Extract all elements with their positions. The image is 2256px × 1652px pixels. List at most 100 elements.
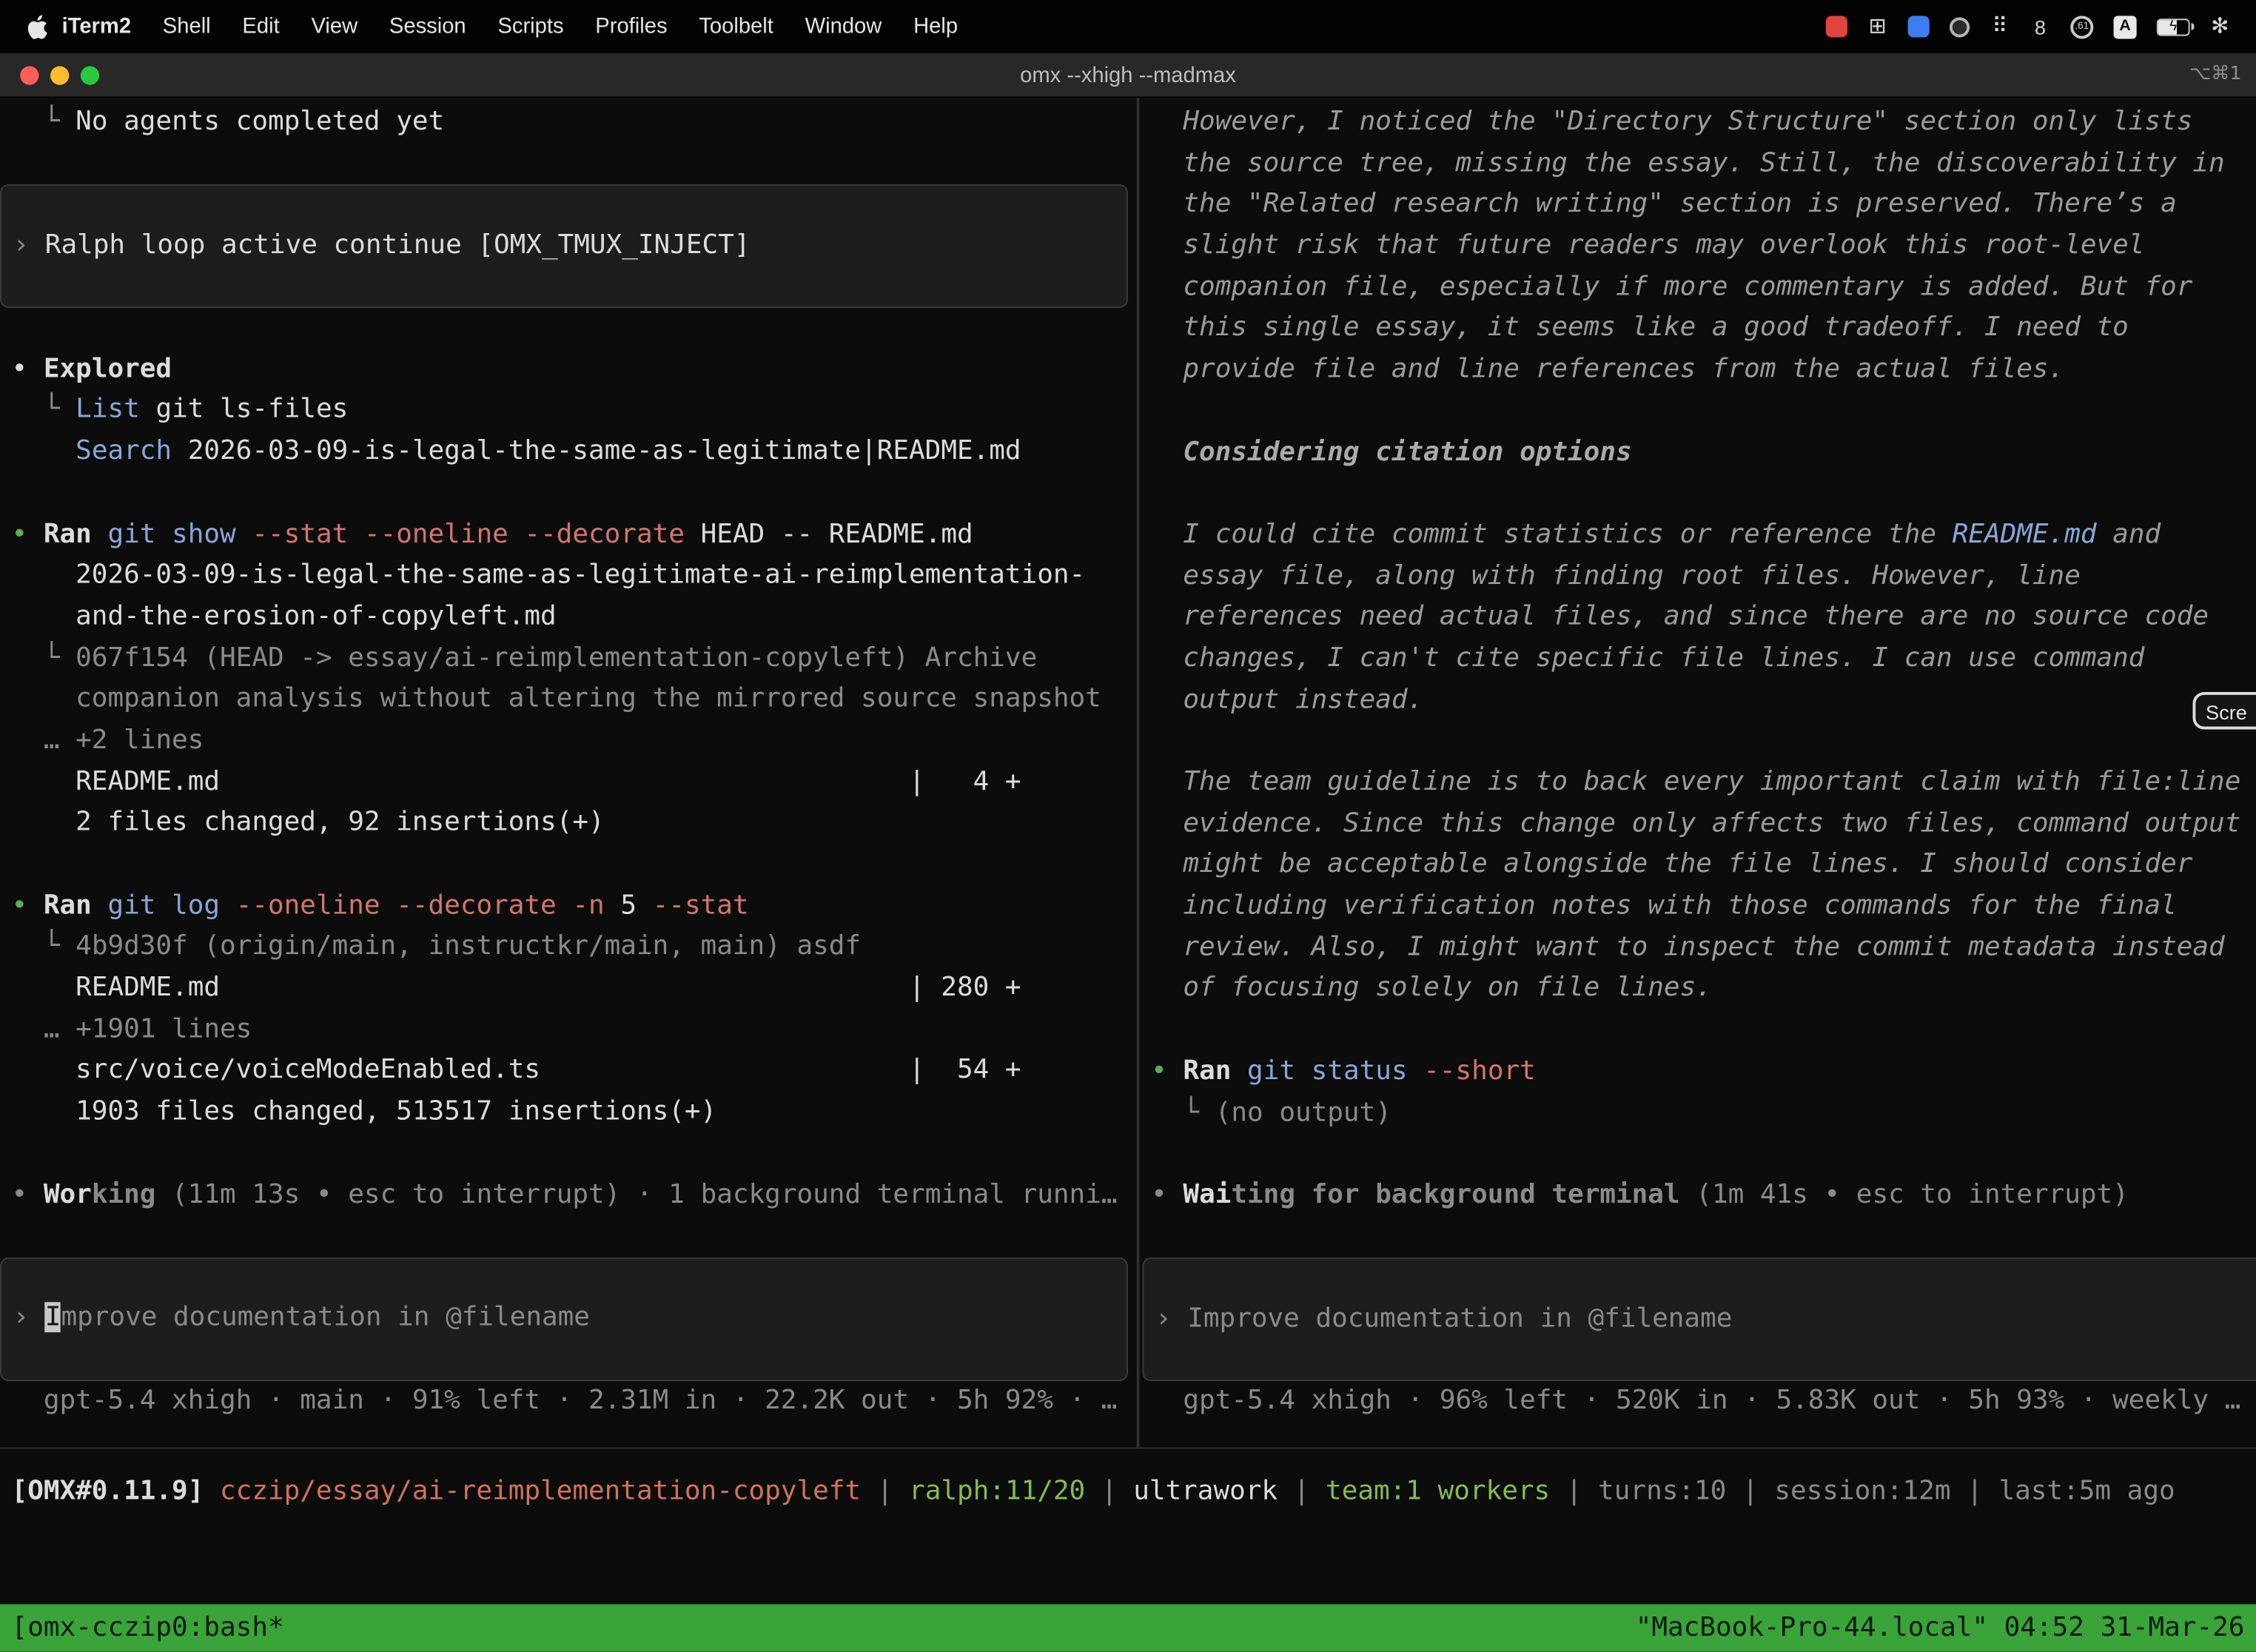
app-grid-icon-glyph: ⠿ [1992, 16, 2007, 37]
terminal-line: README.md | 4 + [0, 762, 1137, 804]
screen-recording-indicator[interactable] [1826, 16, 1847, 37]
terminal-line: └ List git ls-files [0, 391, 1137, 432]
terminal-line: 1903 files changed, 513517 insertions(+) [0, 1092, 1137, 1134]
terminal-line: • Waiting for background terminal (1m 41… [1140, 1175, 2256, 1217]
tmux-session-label: [omx-cczip0:bash* [12, 1613, 284, 1643]
terminal-line: gpt-5.4 xhigh · 96% left · 520K in · 5.8… [1140, 1381, 2256, 1423]
terminal-line [0, 1133, 1137, 1175]
screen-tab[interactable]: Scre [2192, 692, 2256, 730]
stats-icon-glyph: 8 [2035, 16, 2046, 36]
menu-item-iterm2[interactable]: iTerm2 [62, 14, 131, 38]
input-source-icon-glyph: A [2119, 19, 2130, 34]
menu-item-view[interactable]: View [311, 14, 357, 38]
terminal-line: › Improve documentation in @filename [1, 1298, 1127, 1340]
raycast-icon[interactable] [1908, 16, 1930, 37]
zoom-button[interactable] [81, 66, 99, 84]
app-grid-icon[interactable]: ⠿ [1990, 13, 2010, 41]
shortcuts-icon[interactable] [1950, 16, 1970, 36]
ralph-loop-banner: › Ralph loop active continue [OMX_TMUX_I… [0, 185, 1128, 309]
terminal-line [1140, 1217, 2256, 1258]
terminal-line: • Ran git status --short [1140, 1052, 2256, 1093]
terminal-line: README.md | 280 + [0, 968, 1137, 1010]
terminal-line: companion file, especially if more comme… [1140, 267, 2256, 309]
menu-item-scripts[interactable]: Scripts [497, 14, 563, 38]
menu-status-icons: ⊞ ⠿ 8 .61 Aϟ ✻ [1826, 13, 2230, 41]
prompt-input-left[interactable]: › Improve documentation in @filename [0, 1258, 1128, 1381]
terminal-line [1140, 721, 2256, 762]
terminal-line: I could cite commit statistics or refere… [1140, 515, 2256, 557]
terminal-line: • Explored [0, 349, 1137, 391]
terminal-line [0, 845, 1137, 886]
terminal-line [1140, 474, 2256, 515]
right-pane[interactable]: However, I noticed the "Directory Struct… [1140, 98, 2256, 1447]
input-source-icon[interactable]: A [2114, 15, 2137, 38]
terminal-line: └ 4b9d30f (origin/main, instructkr/main,… [0, 927, 1137, 969]
terminal-line: references need actual files, and since … [1140, 597, 2256, 639]
terminal-line: the source tree, missing the essay. Stil… [1140, 144, 2256, 185]
terminal-line: gpt-5.4 xhigh · main · 91% left · 2.31M … [0, 1380, 1137, 1422]
desktop: iTerm2 Shell Edit View Session Scripts Profile… [0, 0, 2256, 1652]
window-manager-icon-glyph: ⊞ [1869, 16, 1887, 37]
terminal-line: review. Also, I might want to inspect th… [1140, 927, 2256, 969]
terminal-line [0, 1216, 1137, 1258]
menu-item-toolbelt[interactable]: Toolbelt [699, 14, 773, 38]
terminal-line [0, 308, 1137, 349]
battery-icon-glyph: ϟ [2169, 19, 2177, 33]
terminal-line: this single essay, it seems like a good … [1140, 309, 2256, 350]
battery-gauge-icon[interactable]: .61 [2070, 15, 2093, 38]
menu-item-shell[interactable]: Shell [163, 14, 211, 38]
left-pane[interactable]: └ No agents completed yet › Ralph loop a… [0, 98, 1137, 1447]
terminal-line: output instead. [1140, 680, 2256, 722]
close-button[interactable] [20, 66, 38, 84]
terminal-line [0, 473, 1137, 514]
terminal-line [1140, 1010, 2256, 1052]
status-divider [0, 1448, 2256, 1449]
terminal-line: Considering citation options [1140, 432, 2256, 474]
battery-icon[interactable]: ϟ [2157, 18, 2190, 35]
hotkey-badge: ⌥⌘1 [2189, 64, 2241, 85]
apple-menu-icon[interactable] [26, 13, 47, 41]
terminal-line: slight risk that future readers may over… [1140, 226, 2256, 267]
terminal-line: … +1901 lines [0, 1010, 1137, 1051]
menu-item-window[interactable]: Window [805, 14, 882, 38]
terminal-line: Search 2026-03-09-is-legal-the-same-as-l… [0, 432, 1137, 473]
terminal-line: └ No agents completed yet [0, 102, 1137, 144]
prompt-input-right[interactable]: › Improve documentation in @filename [1142, 1258, 2256, 1381]
menu-bar: iTerm2 Shell Edit View Session Scripts Profile… [0, 0, 2256, 53]
menu-items: iTerm2 Shell Edit View Session Scripts Profile… [62, 14, 958, 38]
battery-gauge-icon-glyph: .61 [2075, 21, 2089, 32]
window-title: omx --xhigh --madmax [1020, 63, 1236, 87]
terminal-line [1140, 391, 2256, 432]
terminal-line: changes, I can't cite specific file line… [1140, 639, 2256, 680]
terminal-line: However, I noticed the "Directory Struct… [1140, 102, 2256, 144]
menu-item-session[interactable]: Session [389, 14, 466, 38]
menu-item-profiles[interactable]: Profiles [595, 14, 667, 38]
terminal-line: └ 067f154 (HEAD -> essay/ai-reimplementa… [0, 638, 1137, 679]
terminal-line: src/voice/voiceModeEnabled.ts | 54 + [0, 1051, 1137, 1092]
terminal-line: the "Related research writing" section i… [1140, 185, 2256, 226]
tmux-panes: └ No agents completed yet › Ralph loop a… [0, 98, 2256, 1447]
terminal-line [0, 144, 1137, 185]
terminal-line: 2 files changed, 92 insertions(+) [0, 803, 1137, 845]
terminal-line: … +2 lines [0, 721, 1137, 762]
terminal-line: and-the-erosion-of-copyleft.md [0, 597, 1137, 638]
terminal-line: evidence. Since this change only affects… [1140, 804, 2256, 845]
terminal-line: provide file and line references from th… [1140, 350, 2256, 392]
terminal-line: including verification notes with those … [1140, 887, 2256, 928]
minimize-button[interactable] [50, 66, 69, 84]
menu-item-edit[interactable]: Edit [242, 14, 279, 38]
terminal-line: might be acceptable alongside the file l… [1140, 845, 2256, 887]
terminal-line: • Ran git log --oneline --decorate -n 5 … [0, 886, 1137, 927]
terminal-line: └ (no output) [1140, 1092, 2256, 1134]
window-manager-icon[interactable]: ⊞ [1867, 13, 1887, 41]
menu-item-help[interactable]: Help [913, 14, 958, 38]
terminal-line: 2026-03-09-is-legal-the-same-as-legitima… [0, 556, 1137, 597]
terminal-line: • Working (11m 13s • esc to interrupt) ·… [0, 1175, 1137, 1216]
window-title-bar: omx --xhigh --madmax ⌥⌘1 [0, 53, 2256, 98]
terminal-line: The team guideline is to back every impo… [1140, 762, 2256, 804]
fan-icon[interactable]: ✻ [2210, 13, 2230, 41]
stats-icon[interactable]: 8 [2030, 13, 2050, 41]
terminal-line [1140, 1134, 2256, 1175]
traffic-lights [20, 66, 99, 84]
terminal-line: › Ralph loop active continue [OMX_TMUX_I… [1, 226, 1127, 267]
